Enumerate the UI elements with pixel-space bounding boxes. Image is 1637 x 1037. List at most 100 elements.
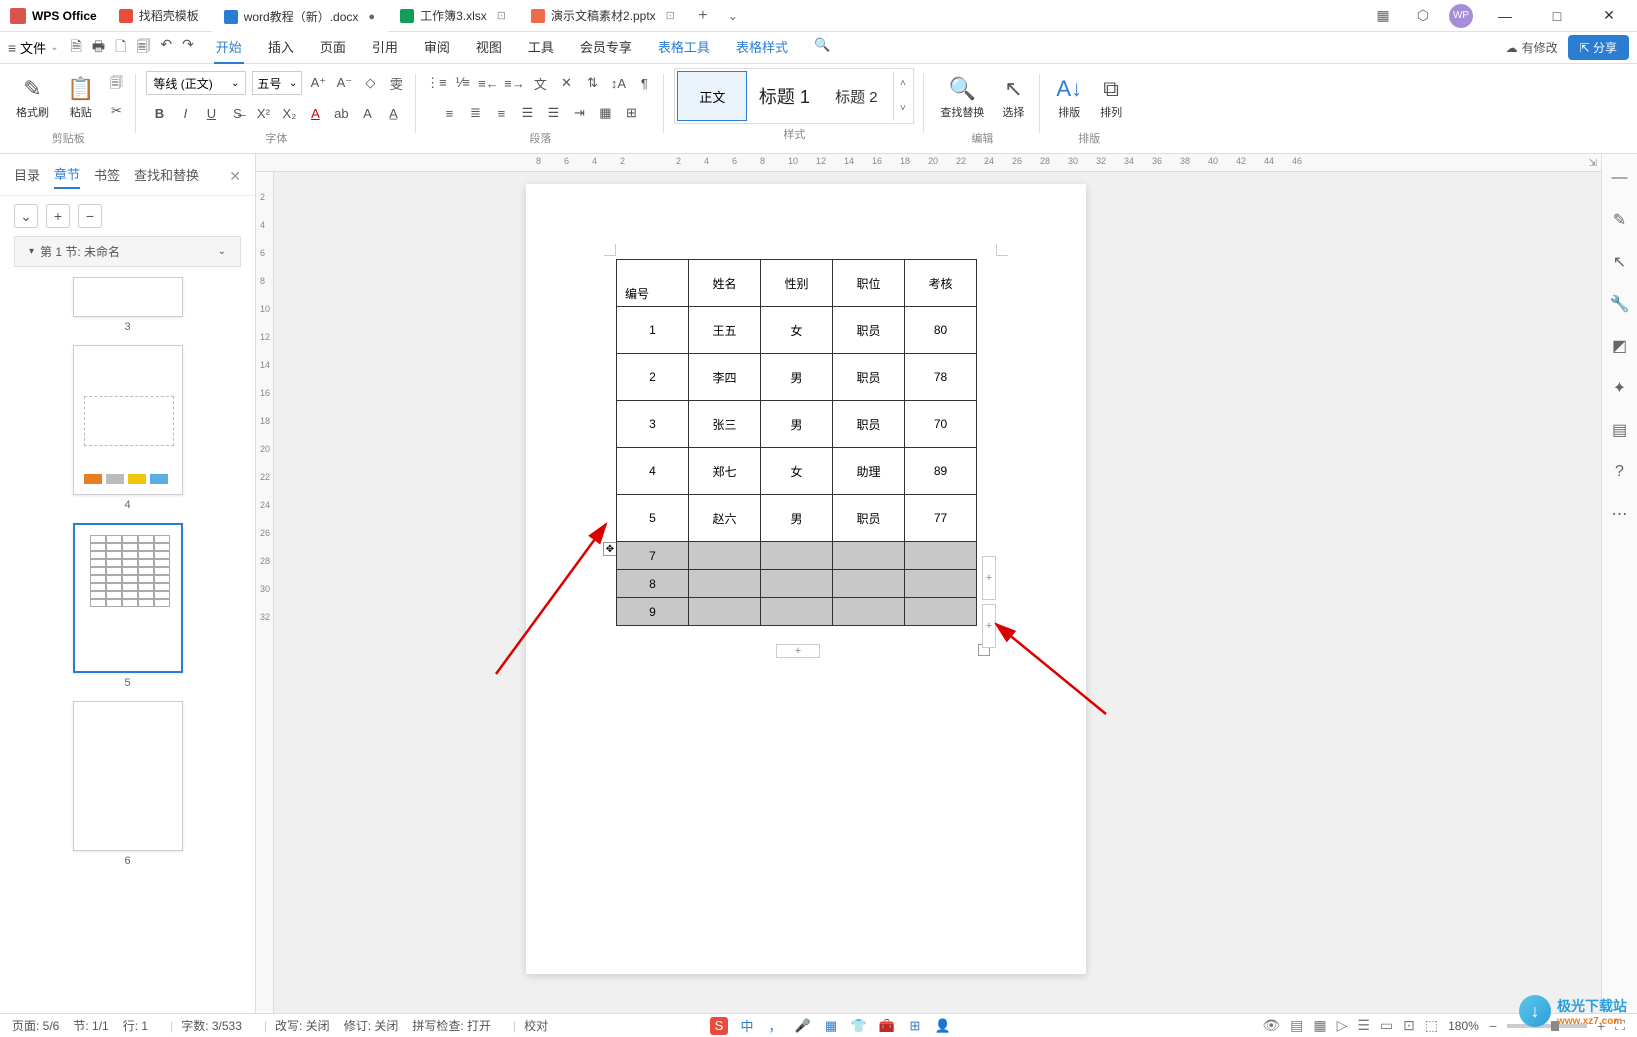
preview-icon[interactable]: 🗋 — [115, 36, 126, 60]
bold-icon[interactable]: B — [149, 103, 169, 123]
style-gallery[interactable]: 正文 标题 1 标题 2 ˄˅ — [674, 68, 914, 124]
borders-icon[interactable]: ⊞ — [621, 103, 641, 123]
new-tab-button[interactable]: + — [688, 7, 718, 25]
line-spacing-icon[interactable]: ⇅ — [582, 73, 602, 93]
maximize-button[interactable]: □ — [1537, 0, 1577, 32]
format-painter-button[interactable]: ✎格式刷 — [10, 74, 55, 122]
paste-button[interactable]: 📋粘贴 — [61, 74, 100, 122]
nav-tab-toc[interactable]: 目录 — [14, 165, 40, 188]
add-column-button[interactable]: + — [982, 556, 996, 600]
undo-icon[interactable]: ↶ — [160, 36, 172, 60]
tab-table-style[interactable]: 表格样式 — [734, 31, 790, 64]
view-read-icon[interactable]: 👁 — [1262, 1017, 1280, 1034]
resource-icon[interactable]: ▤ — [1608, 418, 1632, 442]
font-color-icon[interactable]: A — [305, 103, 325, 123]
tab-tools[interactable]: 工具 — [526, 31, 556, 64]
nav-tab-chapter[interactable]: 章节 — [54, 164, 80, 189]
zoom-out-icon[interactable]: − — [1489, 1018, 1497, 1034]
align-right-icon[interactable]: ≡ — [491, 103, 511, 123]
header-position[interactable]: 职位 — [833, 260, 905, 307]
tab-ppt[interactable]: 演示文稿素材2.pptx ⊡ — [519, 0, 688, 32]
screenshot-icon[interactable]: ◩ — [1608, 334, 1632, 358]
distribute-icon[interactable]: ☰ — [543, 103, 563, 123]
find-replace-button[interactable]: 🔍查找替换 — [934, 74, 990, 122]
tab-restore-icon[interactable]: ⊡ — [497, 9, 506, 22]
nav-collapse-button[interactable]: ⌄ — [14, 204, 38, 228]
nav-add-button[interactable]: + — [46, 204, 70, 228]
increase-indent-icon[interactable]: ≡→ — [504, 73, 524, 93]
data-table[interactable]: 编号 姓名 性别 职位 考核 1王五女职员80 2李四男职员78 3张三男职员7… — [616, 259, 977, 626]
subscript-icon[interactable]: X₂ — [279, 103, 299, 123]
view-web-icon[interactable]: ▦ — [1313, 1017, 1326, 1034]
thumbnail-page-4[interactable] — [73, 345, 183, 495]
view-print-icon[interactable]: ▤ — [1290, 1017, 1303, 1034]
strike-icon[interactable]: S̶ — [227, 103, 247, 123]
share-button[interactable]: ⇱ 分享 — [1568, 35, 1629, 60]
zoom-level[interactable]: 180% — [1448, 1019, 1479, 1033]
header-gender[interactable]: 性别 — [761, 260, 833, 307]
save-icon[interactable]: 🗎 — [71, 36, 82, 60]
tab-member[interactable]: 会员专享 — [578, 31, 634, 64]
ime-apps-icon[interactable]: ⊞ — [906, 1017, 924, 1035]
italic-icon[interactable]: I — [175, 103, 195, 123]
style-up-icon[interactable]: ˄ — [893, 71, 911, 96]
export-icon[interactable]: 🗐 — [136, 36, 150, 60]
ime-handwrite-icon[interactable]: ▦ — [822, 1017, 840, 1035]
cube-icon[interactable]: ⬡ — [1409, 2, 1437, 30]
status-proof[interactable]: 校对 — [524, 1017, 548, 1034]
add-row-button[interactable]: + — [776, 644, 820, 658]
tab-template[interactable]: 找稻壳模板 — [107, 0, 212, 32]
ai-icon[interactable]: ✦ — [1608, 376, 1632, 400]
text-direction-icon[interactable]: 文 — [530, 73, 550, 93]
print-icon[interactable]: 🖶 — [92, 36, 105, 60]
tab-reference[interactable]: 引用 — [370, 31, 400, 64]
bullets-icon[interactable]: ⋮≡ — [426, 73, 446, 93]
char-shading-icon[interactable]: A̲ — [383, 103, 403, 123]
user-avatar[interactable]: WP — [1449, 4, 1473, 28]
tab-table-tools[interactable]: 表格工具 — [656, 31, 712, 64]
arrange-button[interactable]: ⧉排列 — [1094, 74, 1128, 122]
status-words[interactable]: 字数: 3/533 — [181, 1017, 242, 1034]
header-number[interactable]: 编号 — [617, 260, 689, 307]
tab-home[interactable]: 开始 — [214, 31, 244, 64]
sort-icon[interactable]: ↕A — [608, 73, 628, 93]
underline-icon[interactable]: U — [201, 103, 221, 123]
select-pane-icon[interactable]: ↖ — [1608, 250, 1632, 274]
tab-menu-button[interactable]: ⌄ — [718, 9, 748, 23]
style-pane-icon[interactable]: — — [1608, 166, 1632, 190]
thumbnail-page-3[interactable] — [73, 277, 183, 317]
nav-tab-bookmark[interactable]: 书签 — [94, 165, 120, 188]
decrease-indent-icon[interactable]: ≡← — [478, 73, 498, 93]
ime-skin-icon[interactable]: 👕 — [850, 1017, 868, 1035]
highlight-icon[interactable]: ab — [331, 103, 351, 123]
ime-user-icon[interactable]: 👤 — [934, 1017, 952, 1035]
ime-lang-icon[interactable]: 中 — [738, 1017, 756, 1035]
style-heading1[interactable]: 标题 1 — [749, 71, 819, 121]
style-heading2[interactable]: 标题 2 — [821, 71, 891, 121]
char-border-icon[interactable]: A — [357, 103, 377, 123]
thumbnail-page-5[interactable] — [73, 523, 183, 673]
layout-button[interactable]: A↓排版 — [1050, 74, 1088, 122]
edit-pane-icon[interactable]: ✎ — [1608, 208, 1632, 232]
view-draft-icon[interactable]: ☰ — [1357, 1017, 1370, 1034]
fit-page-icon[interactable]: ⊡ — [1403, 1017, 1415, 1034]
search-icon[interactable]: 🔍 — [812, 31, 832, 64]
numbering-icon[interactable]: ⅟≡ — [452, 73, 472, 93]
status-overwrite[interactable]: 改写: 关闭 — [275, 1017, 330, 1034]
ruler-expand-icon[interactable]: ⇲ — [1589, 158, 1597, 169]
select-button[interactable]: ↖选择 — [996, 74, 1030, 122]
close-button[interactable]: ✕ — [1589, 0, 1629, 32]
more-icon[interactable]: ⋯ — [1608, 502, 1632, 526]
tab-view[interactable]: 视图 — [474, 31, 504, 64]
nav-close-icon[interactable]: ✕ — [229, 168, 241, 185]
document-area[interactable]: 8642246810121416182022242628303234363840… — [256, 154, 1601, 1013]
redo-icon[interactable]: ↷ — [182, 36, 194, 60]
tab-restore-icon[interactable]: ⊡ — [666, 9, 675, 22]
status-revision[interactable]: 修订: 关闭 — [344, 1017, 399, 1034]
char-scale-icon[interactable]: ✕ — [556, 73, 576, 93]
align-center-icon[interactable]: ≣ — [465, 103, 485, 123]
horizontal-ruler[interactable]: 8642246810121416182022242628303234363840… — [256, 154, 1601, 172]
header-score[interactable]: 考核 — [905, 260, 977, 307]
nav-remove-button[interactable]: − — [78, 204, 102, 228]
view-outline-icon[interactable]: ▷ — [1337, 1017, 1348, 1034]
